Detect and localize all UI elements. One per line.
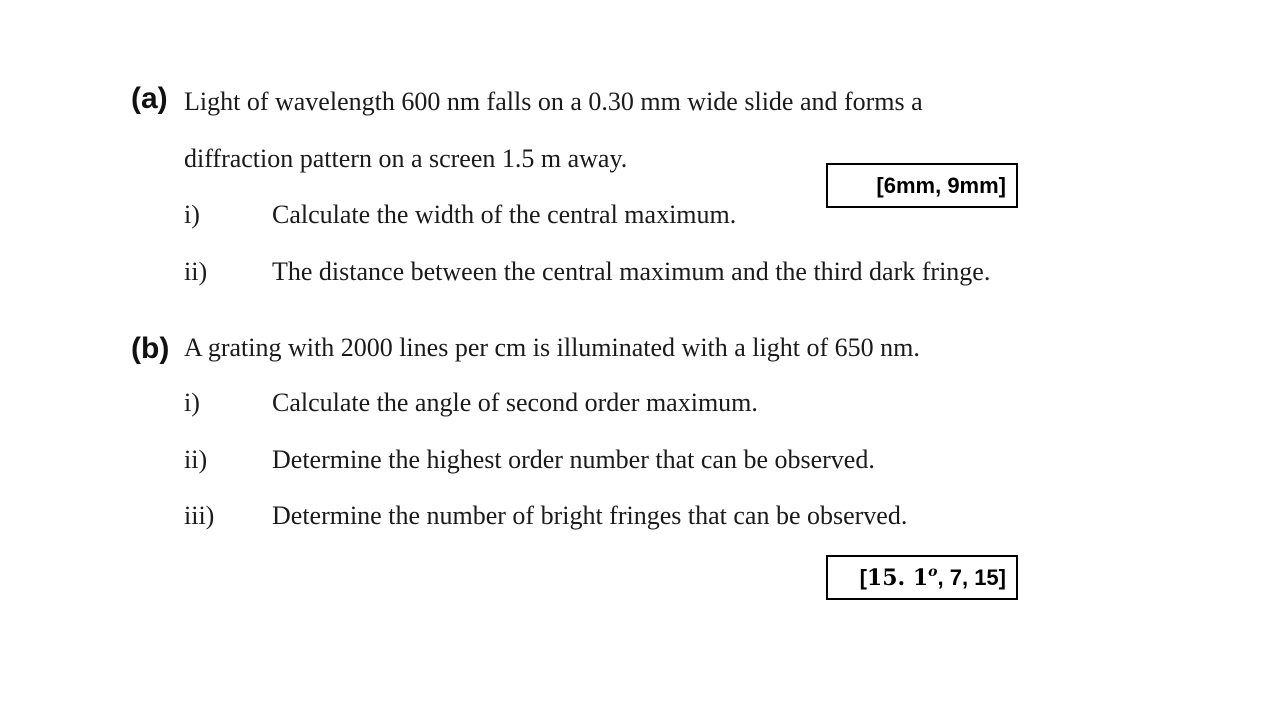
part-a-item-2-number: ii) xyxy=(184,257,208,286)
part-a-answer-text: [6mm, 9mm] xyxy=(876,172,1006,198)
part-b-intro: A grating with 2000 lines per cm is illu… xyxy=(184,333,920,362)
part-b-answer-degree-superscript: o xyxy=(928,563,938,580)
part-a-intro-line2: diffraction pattern on a screen 1.5 m aw… xyxy=(184,144,628,173)
part-b-item-1-number: i) xyxy=(184,388,200,417)
part-b-answer-angle: 15. 1 xyxy=(866,564,929,591)
part-a-answer-box: [6mm, 9mm] xyxy=(826,163,1018,208)
part-a-label: (a) xyxy=(131,82,168,115)
part-b-answer-rest: , 7, 15] xyxy=(937,564,1006,590)
part-b-item-3-text: Determine the number of bright fringes t… xyxy=(272,501,908,530)
part-b-answer-open-bracket: [ xyxy=(859,564,867,590)
part-b-answer-box: [15. 1o, 7, 15] xyxy=(826,555,1018,600)
part-a-item-1-number: i) xyxy=(184,200,200,229)
part-b-item-1-text: Calculate the angle of second order maxi… xyxy=(272,388,758,417)
part-b-label: (b) xyxy=(131,332,170,365)
part-a-intro-line1: Light of wavelength 600 nm falls on a 0.… xyxy=(184,87,923,116)
part-a-item-2-text: The distance between the central maximum… xyxy=(272,257,991,286)
part-b-item-3-number: iii) xyxy=(184,501,215,530)
page: (a) Light of wavelength 600 nm falls on … xyxy=(0,0,1280,720)
part-b-item-2-number: ii) xyxy=(184,445,208,474)
part-b-item-2-text: Determine the highest order number that … xyxy=(272,445,875,474)
part-a-item-1-text: Calculate the width of the central maxim… xyxy=(272,200,737,229)
